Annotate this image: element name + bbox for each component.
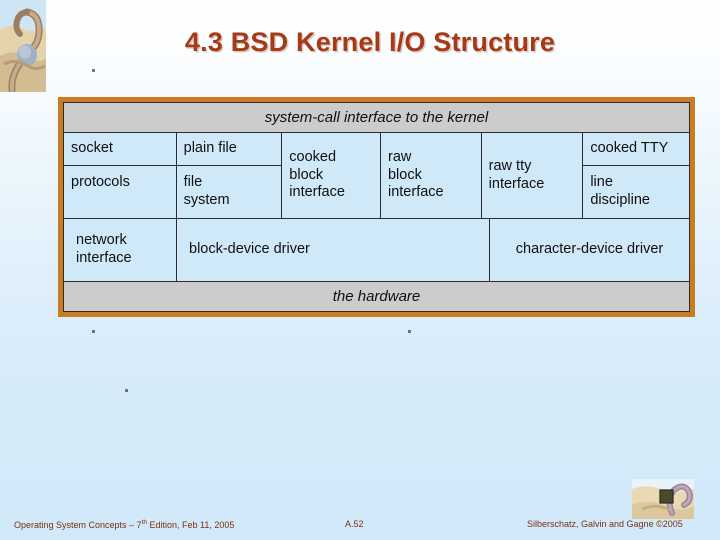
cell-raw-tty-interface: raw tty interface [488, 157, 545, 192]
footer-page-number: A.52 [345, 519, 364, 529]
footer-edition-prefix: Operating System Concepts – 7 [14, 520, 142, 530]
cell-cooked-tty: cooked TTY [583, 133, 689, 166]
column-raw-block: raw block interface [381, 133, 482, 218]
diagram-inner: system-call interface to the kernel sock… [63, 102, 690, 312]
dinosaur-logo-bottom-right [632, 479, 694, 519]
driver-block-device: block-device driver [177, 219, 490, 281]
bullet-marker [92, 69, 95, 72]
cell-protocols: protocols [71, 174, 130, 190]
column-cooked-tty: cooked TTY line discipline [583, 133, 689, 218]
page-title: 4.3 BSD Kernel I/O Structure [184, 27, 556, 57]
column-network: socket protocols [64, 133, 177, 218]
driver-character-device: character-device driver [515, 241, 664, 258]
footer-copyright: Silberschatz, Galvin and Gagne ©2005 [527, 519, 683, 529]
cell-socket: socket [64, 133, 176, 166]
bsd-kernel-io-structure-diagram: system-call interface to the kernel sock… [58, 97, 695, 317]
footer-edition-suffix: Edition, Feb 11, 2005 [147, 520, 235, 530]
cell-raw-block-interface: raw block interface [387, 148, 444, 201]
hardware-band: the hardware [64, 281, 689, 311]
cell-line-discipline: line discipline [590, 174, 650, 208]
driver-network-interface: network interface [64, 219, 177, 281]
bullet-marker [92, 330, 95, 333]
footer-edition-text: Operating System Concepts – 7th Edition,… [14, 519, 234, 530]
cell-plain-file: plain file [176, 133, 282, 166]
cell-file-system: file system [183, 174, 230, 208]
syscall-interface-band: system-call interface to the kernel [64, 103, 689, 133]
bullet-marker [125, 389, 128, 392]
dinosaur-logo-top-left [0, 0, 46, 92]
dinosaur-illustration-icon [632, 479, 694, 519]
column-file: plain file file system [176, 133, 283, 218]
bullet-marker [408, 330, 411, 333]
interface-layer-row: socket protocols plain file file system … [64, 133, 689, 218]
cell-cooked-block-interface: cooked block interface [289, 148, 345, 201]
slide-canvas: 4.3 BSD Kernel I/O Structure system-call… [0, 0, 720, 540]
device-driver-row: network interface block-device driver ch… [64, 218, 689, 281]
dinosaur-illustration-icon [0, 0, 46, 92]
column-raw-tty: raw tty interface [482, 133, 584, 218]
column-cooked-block: cooked block interface [282, 133, 381, 218]
